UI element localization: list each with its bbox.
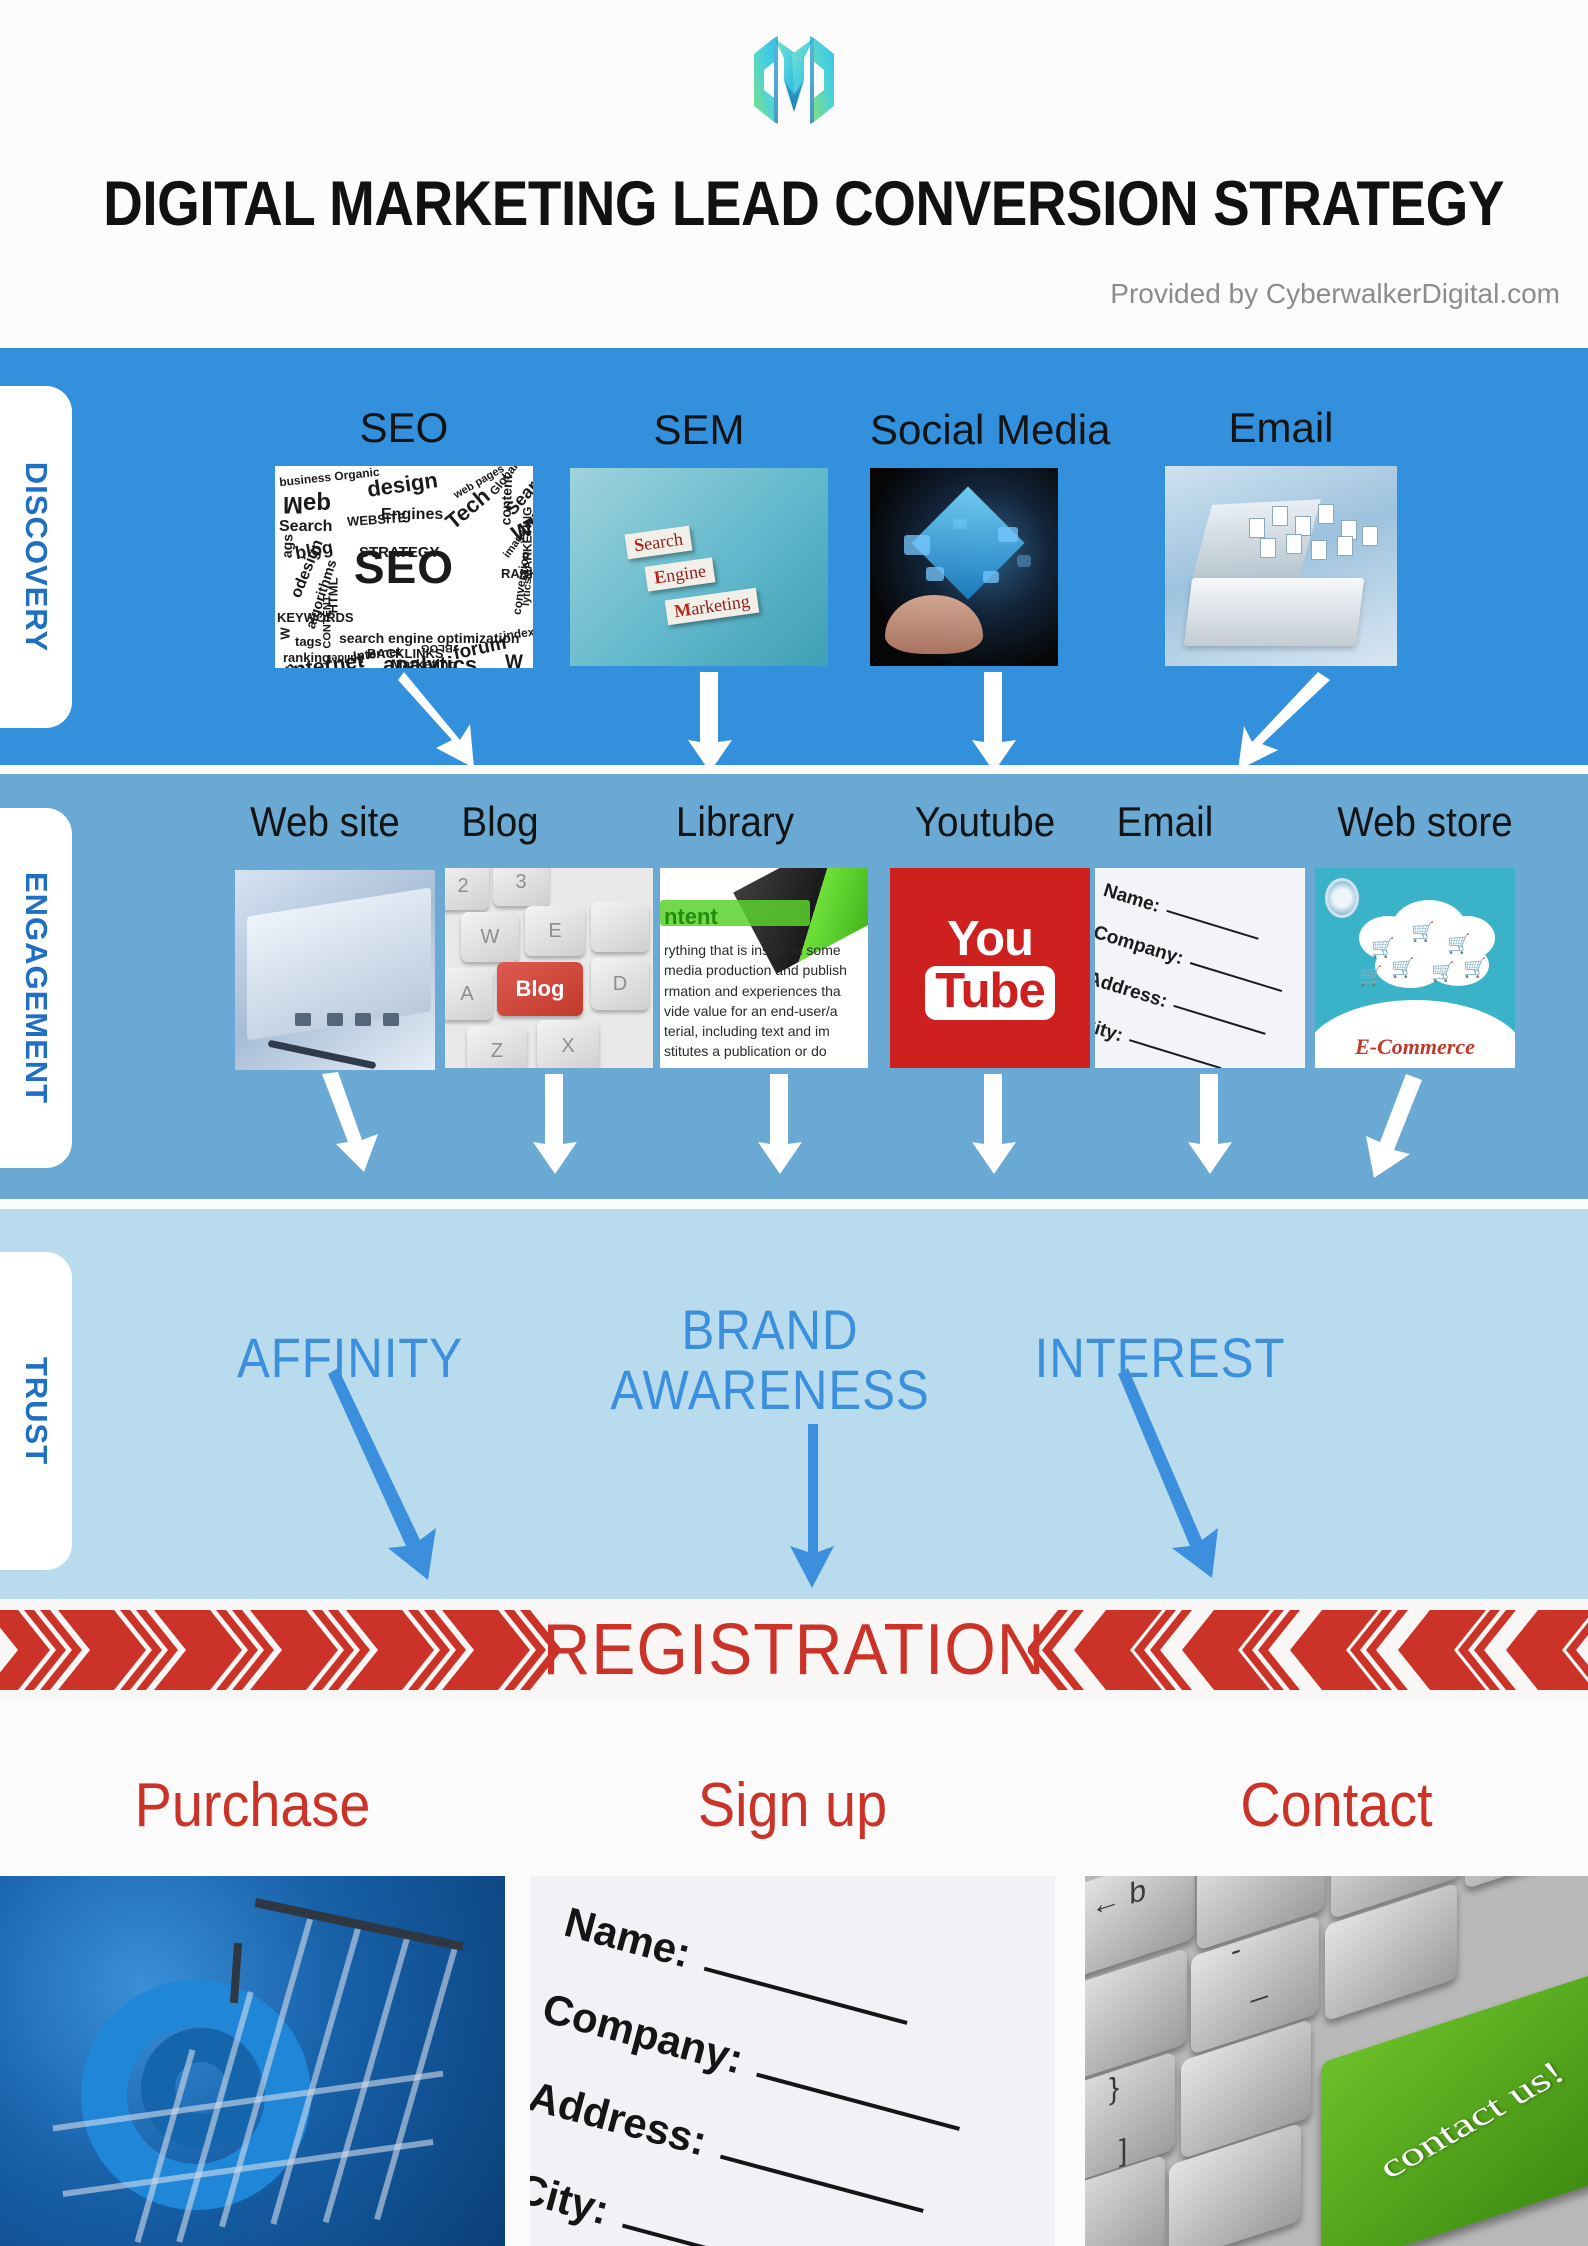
trust-item-interest: INTEREST (1034, 1326, 1286, 1389)
engagement-item-email-label: Email (1116, 798, 1214, 845)
youtube-logo-image[interactable]: You Tube (890, 868, 1090, 1068)
seo-word-cloud-image: business Organic design qəM web pages Gl… (275, 466, 533, 668)
social-media-hand-hologram-image (870, 468, 1058, 666)
discovery-item-email[interactable]: Email (1165, 404, 1397, 666)
discovery-item-email-label: Email (1228, 404, 1334, 451)
sidebar-tab-engagement-label: ENGAGEMENT (19, 871, 54, 1105)
youtube-tube-text: Tube (925, 965, 1055, 1020)
email-laptop-contacts-image (1165, 466, 1397, 666)
contact-us-key-label: contact us! (1370, 2052, 1572, 2186)
engagement-item-blog-label: Blog (461, 798, 539, 845)
discovery-item-sem-label: SEM (653, 406, 745, 453)
signup-form-image: Name: Company: Address: City: (530, 1876, 1055, 2246)
engagement-item-webstore-label: Web store (1337, 798, 1513, 845)
blog-keyboard-key-image[interactable]: 2 3 W E A Blog D Z X (445, 868, 653, 1068)
contact-form-image[interactable]: Name: Company: Address: City: Phone: (1095, 868, 1305, 1068)
logo-wrap (0, 22, 1588, 137)
sidebar-tab-trust-label: TRUST (19, 1356, 55, 1466)
trust-item-brand-awareness: BRAND AWARENESS (610, 1298, 930, 1422)
engagement-item-website-label: Web site (250, 798, 400, 845)
sidebar-tab-discovery-label: DISCOVERY (19, 461, 55, 653)
engagement-item-library-label: Library (675, 798, 795, 845)
byline: Provided by CyberwalkerDigital.com (1110, 278, 1560, 309)
discovery-item-seo-label: SEO (359, 404, 449, 451)
sidebar-tab-discovery: DISCOVERY (0, 386, 72, 728)
registration-label: REGISTRATION (542, 1610, 1046, 1690)
sidebar-tab-engagement: ENGAGEMENT (0, 808, 72, 1168)
ecommerce-label: E-Commerce (1355, 1034, 1475, 1059)
trust-item-affinity: AFFINITY (236, 1326, 464, 1389)
laptop-ports-image[interactable] (235, 870, 435, 1070)
discovery-item-sem[interactable]: SEM Search Engine Marketing (570, 406, 828, 666)
shopping-cart-at-symbol-image (0, 1876, 505, 2246)
discovery-item-social-media-label: Social Media (870, 406, 1111, 453)
search-engine-marketing-notes-image: Search Engine Marketing (570, 468, 828, 666)
discovery-item-social-media[interactable]: Social Media (870, 406, 1110, 666)
conversion-item-purchase-label: Purchase (134, 1771, 371, 1840)
highlighted-content-text-image[interactable]: ntent rything that is inside in some med… (660, 868, 868, 1068)
conversion-item-signup-label: Sign up (697, 1771, 888, 1840)
sidebar-tab-trust: TRUST (0, 1252, 72, 1570)
header: DIGITAL MARKETING LEAD CONVERSION STRATE… (0, 0, 1588, 348)
registration-band: REGISTRATION (0, 1600, 1588, 1700)
discovery-item-seo[interactable]: SEO business Organic design qəM web page… (275, 404, 533, 668)
engagement-item-youtube-label: Youtube (914, 798, 1056, 845)
page-title: DIGITAL MARKETING LEAD CONVERSION STRATE… (103, 169, 1504, 239)
conversion-item-contact-label: Contact (1240, 1771, 1433, 1840)
ecommerce-cloud-carts-image[interactable]: 🛒 🛒 🛒 🛒 🛒 🛒 🛒 E-Commerce (1315, 868, 1515, 1068)
contact-us-green-key-image: contact us! ← b - _ } ] (1085, 1876, 1588, 2246)
youtube-you-text: You (947, 912, 1034, 967)
cyberwalker-digital-logo (754, 35, 834, 124)
